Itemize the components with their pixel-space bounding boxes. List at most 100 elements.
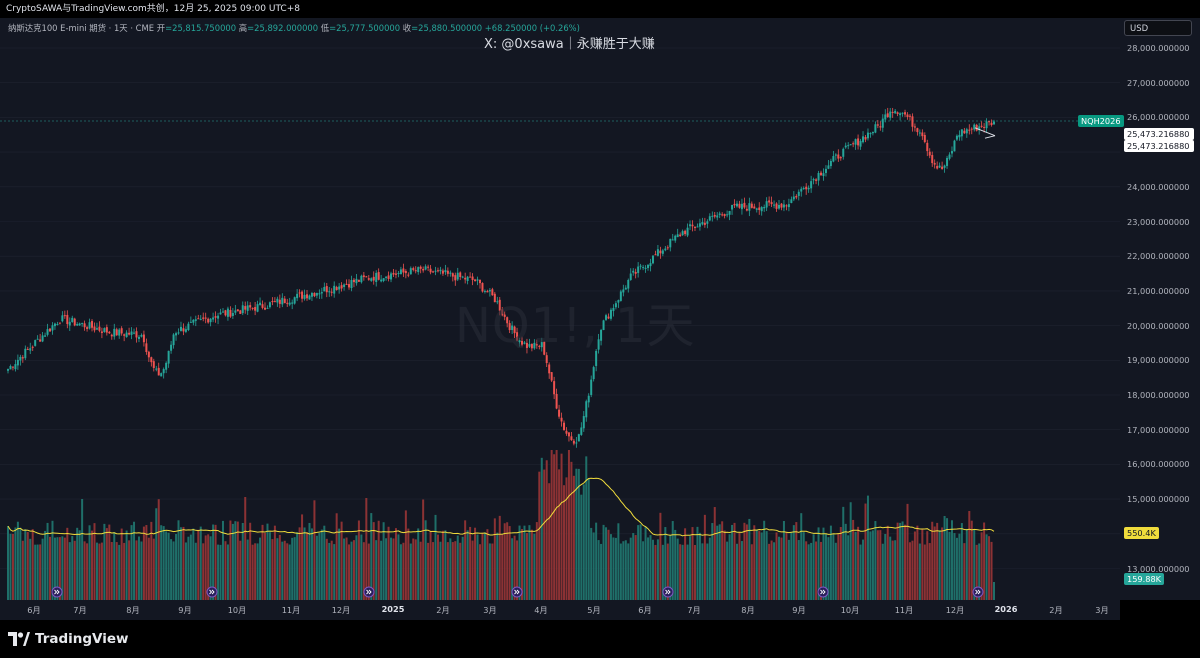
volume-bar	[261, 524, 264, 600]
candle-body	[162, 369, 165, 374]
candle-body	[698, 223, 701, 227]
candle-body	[545, 355, 548, 364]
candle-body	[469, 276, 472, 278]
volume-bar	[493, 518, 496, 600]
earnings-event-icon	[511, 586, 523, 598]
volume-bar	[466, 530, 469, 600]
candle-body	[802, 188, 805, 190]
tradingview-logo[interactable]: TradingView	[8, 630, 129, 648]
volume-bar	[387, 526, 390, 600]
candle-body	[590, 379, 593, 395]
candle-body	[281, 297, 284, 305]
volume-bar	[172, 541, 175, 600]
volume-bar	[960, 523, 963, 600]
candle-body	[214, 316, 217, 318]
volume-bar	[990, 541, 993, 600]
volume-bar	[921, 528, 924, 600]
volume-bar	[251, 544, 254, 600]
snapshot-caption: CryptoSAWA与TradingView.com共创，12月 25, 202…	[0, 0, 1200, 18]
volume-bar	[498, 515, 501, 600]
candle-body	[889, 111, 892, 118]
candle-body	[125, 332, 128, 338]
volume-bar	[328, 542, 331, 600]
volume-bar	[357, 520, 360, 600]
candle-body	[340, 285, 343, 289]
candle-body	[963, 130, 966, 134]
volume-bar	[283, 540, 286, 600]
legend-symbol: 纳斯达克100 E-mini 期货 · 1天 · CME	[8, 23, 155, 33]
volume-bar	[829, 525, 832, 600]
time-axis-label: 6月	[638, 605, 652, 615]
volume-bar	[293, 537, 296, 600]
volume-bar	[676, 538, 679, 600]
candle-body	[938, 165, 941, 168]
volume-bar	[955, 537, 958, 600]
candle-body	[721, 214, 724, 216]
volume-bar	[869, 531, 872, 600]
volume-bar	[614, 537, 617, 600]
candle-body	[817, 172, 820, 181]
volume-bar	[177, 520, 180, 600]
candle-body	[318, 293, 321, 295]
candle-body	[360, 275, 363, 283]
candle-body	[310, 292, 313, 297]
volume-bar	[587, 478, 590, 600]
candle-body	[236, 309, 239, 312]
candle-body	[303, 294, 306, 299]
volume-bar	[612, 537, 615, 600]
candle-body	[88, 322, 91, 329]
volume-bar	[291, 537, 294, 600]
volume-bar	[713, 507, 716, 600]
candle-body	[14, 364, 17, 370]
volume-bar	[563, 485, 566, 600]
volume-bar	[906, 503, 909, 600]
volume-bar	[864, 503, 867, 600]
volume-bar	[49, 536, 52, 600]
volume-bar	[723, 530, 726, 600]
candle-body	[666, 247, 669, 249]
price-axis-label: 27,000.000000	[1127, 77, 1190, 88]
candle-body	[906, 114, 909, 118]
candle-body	[451, 273, 454, 277]
volume-bar	[775, 532, 778, 600]
volume-bar	[264, 532, 267, 600]
volume-bar	[792, 525, 795, 600]
candle-body	[471, 276, 474, 280]
volume-bar	[639, 524, 642, 600]
volume-bar	[16, 521, 19, 600]
volume-bar	[508, 526, 511, 600]
candle-body	[871, 131, 874, 134]
volume-bar	[135, 540, 138, 600]
volume-bar	[441, 530, 444, 600]
volume-bar	[345, 537, 348, 600]
volume-bar	[182, 526, 185, 600]
candle-body	[150, 357, 153, 363]
volume-bar	[313, 500, 316, 600]
candle-body	[194, 319, 197, 321]
candle-body	[792, 196, 795, 200]
volume-bar	[491, 543, 494, 600]
candle-body	[19, 356, 22, 361]
volume-bar	[478, 544, 481, 600]
volume-bar	[721, 521, 724, 600]
candle-body	[365, 276, 368, 278]
candle-body	[642, 267, 645, 269]
candle-body	[202, 317, 205, 319]
candle-body	[155, 368, 158, 370]
candle-body	[456, 272, 459, 280]
time-axis-label: 6月	[27, 605, 41, 615]
time-axis-label: 10月	[227, 605, 247, 615]
volume-bar	[740, 541, 743, 600]
candle-body	[382, 278, 385, 281]
candle-body	[444, 270, 447, 273]
currency-selector[interactable]: USD	[1124, 20, 1192, 36]
volume-bar	[73, 540, 76, 600]
candle-body	[187, 323, 190, 331]
earnings-event-icon	[972, 586, 984, 598]
candle-body	[918, 132, 921, 134]
volume-bar	[703, 514, 706, 600]
candle-body	[9, 366, 12, 370]
legend-high: =25,892.000000	[247, 23, 319, 33]
volume-bar	[100, 542, 103, 600]
volume-bar	[219, 544, 222, 600]
